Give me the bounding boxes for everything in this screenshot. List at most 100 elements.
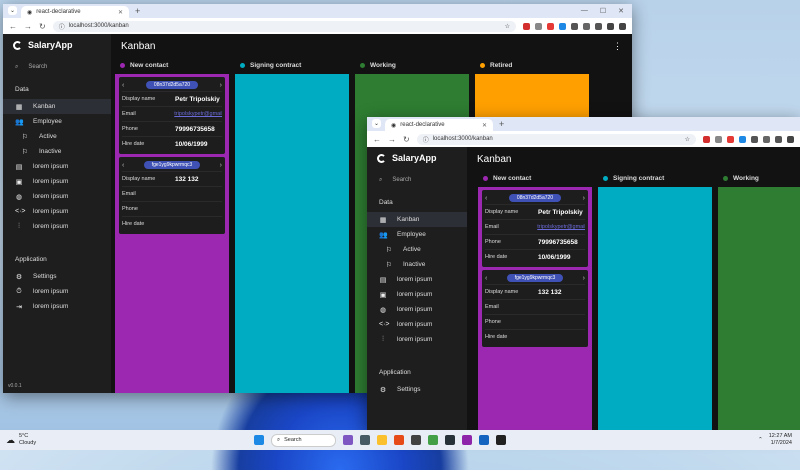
url-field[interactable]: ⓘ localhost:3000/kanban ☆ (52, 20, 516, 32)
sidebar-item-lorem[interactable]: <·> lorem ipsum (3, 204, 111, 219)
sidebar-item-lorem[interactable]: ◍ lorem ipsum (3, 189, 111, 204)
card-id-chip[interactable]: fge1yg9kpwrmqc3 (143, 161, 201, 169)
download-icon[interactable] (595, 22, 602, 30)
sidebar-item-settings[interactable]: ⚙ Settings (367, 382, 467, 397)
app-icon[interactable] (496, 435, 506, 445)
browser-tab[interactable]: ◉ react-declarative ✕ (21, 6, 129, 18)
url-field[interactable]: ⓘ localhost:3000/kanban ☆ (416, 133, 696, 145)
app-icon[interactable] (360, 435, 370, 445)
tab-search-icon[interactable]: ⌄ (372, 119, 381, 128)
folder-icon[interactable] (377, 435, 387, 445)
back-icon[interactable]: ← (9, 22, 17, 31)
extension-icon[interactable] (715, 135, 722, 143)
download-icon[interactable] (775, 135, 782, 143)
kanban-card[interactable]: ‹ fge1yg9kpwrmqc3 › Display name 132 132 Em… (119, 157, 225, 234)
chrome-icon[interactable] (428, 435, 438, 445)
sidebar-item-lorem[interactable]: <·> lorem ipsum (367, 317, 467, 332)
sidebar-item-lorem[interactable]: ▣ lorem ipsum (367, 287, 467, 302)
menu-dots-icon[interactable] (619, 22, 626, 30)
app-icon[interactable] (343, 435, 353, 445)
sidebar-item-lorem[interactable]: ⫶ lorem ipsum (367, 332, 467, 347)
new-tab-icon[interactable]: + (135, 6, 140, 16)
kanban-card[interactable]: ‹ fge1yg9kpwrmqc3 › Display name 132 132 Em… (482, 270, 588, 347)
forward-icon[interactable]: → (24, 22, 32, 31)
browser-tab[interactable]: ◉ react-declarative ✕ (385, 119, 493, 131)
sidebar-item-lorem[interactable]: ▤ lorem ipsum (367, 272, 467, 287)
sidebar-item-lorem[interactable]: ⇥ lorem ipsum (3, 299, 111, 314)
puzzle-icon[interactable] (583, 22, 590, 30)
extension-icon[interactable] (739, 135, 746, 143)
site-info-icon[interactable]: ⓘ (423, 135, 429, 144)
sidebar-item-inactive[interactable]: ⚐ Inactive (367, 257, 467, 272)
brand[interactable]: SalaryApp (367, 147, 467, 169)
app-icon[interactable] (394, 435, 404, 445)
reload-icon[interactable]: ↻ (403, 135, 410, 144)
kanban-card[interactable]: ‹ 08n37d2d5a720 › Display name Petr Tripols… (482, 190, 588, 267)
next-icon[interactable]: › (220, 82, 222, 89)
app-icon[interactable] (411, 435, 421, 445)
tab-search-icon[interactable]: ⌄ (8, 6, 17, 15)
sidebar-item-lorem[interactable]: ▣ lorem ipsum (3, 174, 111, 189)
forward-icon[interactable]: → (388, 135, 396, 144)
sidebar-item-employee[interactable]: 👥 Employee (367, 227, 467, 242)
card-id-chip[interactable]: 08n37d2d5a720 (145, 81, 199, 89)
prev-icon[interactable]: ‹ (122, 82, 124, 89)
sidebar-item-lorem[interactable]: ⫶ lorem ipsum (3, 219, 111, 234)
sidebar-item-lorem[interactable]: ▤ lorem ipsum (3, 159, 111, 174)
next-icon[interactable]: › (583, 195, 585, 202)
card-id-chip[interactable]: fge1yg9kpwrmqc3 (506, 274, 564, 282)
maximize-icon[interactable]: ☐ (600, 7, 606, 15)
next-icon[interactable]: › (583, 275, 585, 282)
browser-window-front[interactable]: ⌄ ◉ react-declarative ✕ + ← → ↻ ⓘ localho… (367, 117, 800, 430)
column-body[interactable]: ‹ 08n37d2d5a720 › Display name Petr Tripols… (115, 74, 229, 393)
kanban-card[interactable]: ‹ 08n37d2d5a720 › Display name Petr Tripols… (119, 77, 225, 154)
sidebar-item-settings[interactable]: ⚙ Settings (3, 269, 111, 284)
prev-icon[interactable]: ‹ (485, 195, 487, 202)
sidebar-item-kanban[interactable]: ▦ Kanban (3, 99, 111, 114)
vscode-icon[interactable] (479, 435, 489, 445)
close-window-icon[interactable]: ✕ (618, 7, 624, 15)
close-tab-icon[interactable]: ✕ (118, 9, 123, 16)
card-id-chip[interactable]: 08n37d2d5a720 (508, 194, 562, 202)
prev-icon[interactable]: ‹ (485, 275, 487, 282)
search-input[interactable]: ⌕ Search (367, 169, 467, 191)
title-bar[interactable]: ⌄ ◉ react-declarative ✕ + — ☐ ✕ (3, 4, 632, 18)
new-tab-icon[interactable]: + (499, 119, 504, 129)
bookmark-star-icon[interactable]: ☆ (685, 136, 690, 143)
sidebar-item-active[interactable]: ⚐ Active (3, 129, 111, 144)
column-body[interactable] (598, 187, 712, 430)
title-bar[interactable]: ⌄ ◉ react-declarative ✕ + (367, 117, 800, 131)
sidebar-item-inactive[interactable]: ⚐ Inactive (3, 144, 111, 159)
sidebar-item-lorem[interactable]: ◍ lorem ipsum (367, 302, 467, 317)
extension-icon[interactable] (751, 135, 758, 143)
extension-icon[interactable] (703, 135, 710, 143)
prev-icon[interactable]: ‹ (122, 162, 124, 169)
app-icon[interactable] (445, 435, 455, 445)
next-icon[interactable]: › (220, 162, 222, 169)
sidebar-item-lorem[interactable]: ⏱ lorem ipsum (3, 284, 111, 299)
extension-icon[interactable] (727, 135, 734, 143)
site-info-icon[interactable]: ⓘ (59, 22, 65, 31)
sidebar-item-employee[interactable]: 👥 Employee (3, 114, 111, 129)
sidebar-item-active[interactable]: ⚐ Active (367, 242, 467, 257)
search-input[interactable]: ⌕ Search (3, 56, 111, 78)
back-icon[interactable]: ← (373, 135, 381, 144)
chevron-up-icon[interactable]: ⌃ (758, 437, 763, 443)
brand[interactable]: SalaryApp (3, 34, 111, 56)
more-vert-icon[interactable]: ⋮ (613, 41, 622, 52)
profile-icon[interactable] (607, 22, 614, 30)
email-link[interactable]: tripolskypetr@gmail (537, 224, 585, 230)
column-body[interactable]: ‹ 08n37d2d5a720 › Display name Petr Tripols… (478, 187, 592, 430)
extension-icon[interactable] (571, 22, 578, 30)
extension-icon[interactable] (547, 22, 554, 30)
minimize-icon[interactable]: — (581, 7, 588, 15)
profile-icon[interactable] (787, 135, 794, 143)
app-icon[interactable] (462, 435, 472, 445)
extension-icon[interactable] (523, 22, 530, 30)
reload-icon[interactable]: ↻ (39, 22, 46, 31)
puzzle-icon[interactable] (763, 135, 770, 143)
extension-icon[interactable] (535, 22, 542, 30)
taskbar-search[interactable]: ⌕ Search (271, 433, 336, 447)
clock[interactable]: 12:27 AM 1/7/2024 (769, 433, 792, 447)
start-icon[interactable] (254, 435, 264, 445)
